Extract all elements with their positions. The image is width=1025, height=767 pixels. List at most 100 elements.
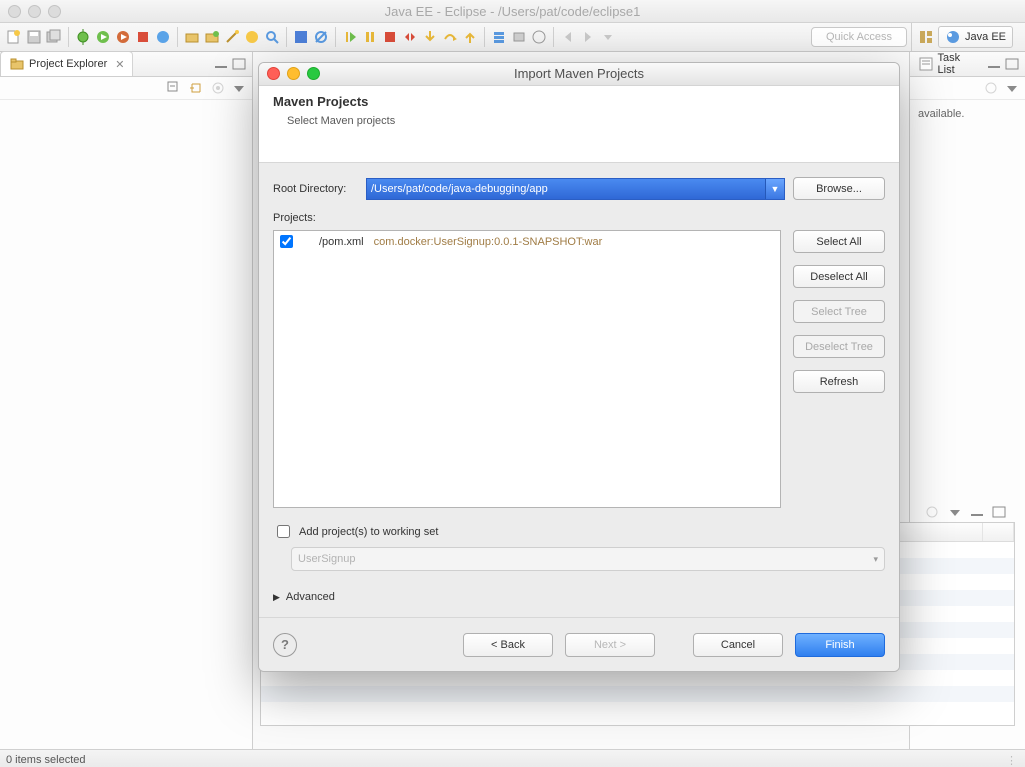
refresh-button[interactable]: Refresh: [793, 370, 885, 393]
status-text: 0 items selected: [6, 754, 85, 766]
working-set-checkbox[interactable]: [277, 525, 290, 538]
server-icon[interactable]: [155, 29, 171, 45]
search-icon[interactable]: [264, 29, 280, 45]
wand-icon[interactable]: [224, 29, 240, 45]
import-maven-dialog: Import Maven Projects Maven Projects Sel…: [258, 62, 900, 672]
chevron-down-icon: ▾: [873, 554, 878, 565]
javaee-perspective-icon: [945, 29, 961, 45]
table-row[interactable]: [261, 670, 1014, 686]
root-directory-input[interactable]: [367, 183, 765, 195]
minimize-view-icon[interactable]: [214, 58, 228, 70]
use-step-filters-icon[interactable]: [511, 29, 527, 45]
quick-access-field[interactable]: Quick Access: [811, 27, 907, 47]
drop-frame-icon[interactable]: [491, 29, 507, 45]
debug-icon[interactable]: [75, 29, 91, 45]
browse-button[interactable]: Browse...: [793, 177, 885, 200]
run-icon[interactable]: [95, 29, 111, 45]
table-row[interactable]: [261, 702, 1014, 718]
working-set-label: Add project(s) to working set: [299, 526, 438, 538]
perspective-javaee-button[interactable]: Java EE: [938, 26, 1013, 48]
new-project-icon[interactable]: [184, 29, 200, 45]
terminate-icon[interactable]: [382, 29, 398, 45]
maximize-view-icon[interactable]: [1005, 58, 1019, 70]
step-into-icon[interactable]: [422, 29, 438, 45]
table-row[interactable]: [261, 686, 1014, 702]
new-package-icon[interactable]: [204, 29, 220, 45]
select-tree-button[interactable]: Select Tree: [793, 300, 885, 323]
toggle-breadcrumb-icon[interactable]: [293, 29, 309, 45]
skip-breakpoints-icon[interactable]: [313, 29, 329, 45]
project-explorer-view: Project Explorer ✕: [0, 52, 253, 749]
save-icon[interactable]: [26, 29, 42, 45]
cancel-button[interactable]: Cancel: [693, 633, 783, 657]
project-explorer-icon: [9, 56, 25, 72]
view-menu-icon[interactable]: [232, 82, 246, 94]
profile-icon[interactable]: [531, 29, 547, 45]
main-toolbar: Quick Access Java EE: [0, 23, 1025, 52]
ext-tools-icon[interactable]: [135, 29, 151, 45]
maximize-view-icon[interactable]: [992, 506, 1006, 518]
save-all-icon[interactable]: [46, 29, 62, 45]
root-directory-label: Root Directory:: [273, 183, 358, 195]
new-icon[interactable]: [6, 29, 22, 45]
project-pom-label: /pom.xml: [319, 236, 364, 248]
deselect-all-button[interactable]: Deselect All: [793, 265, 885, 288]
wizard-footer: ? < Back Next > Cancel Finish: [259, 617, 899, 671]
link-editor-icon[interactable]: [188, 80, 204, 96]
projects-buttons: Select All Deselect All Select Tree Dese…: [793, 230, 885, 508]
focus-task-icon[interactable]: [210, 80, 226, 96]
task-list-icon: [918, 56, 934, 72]
step-return-icon[interactable]: [462, 29, 478, 45]
advanced-toggle[interactable]: ▶ Advanced: [273, 591, 885, 603]
dialog-title: Import Maven Projects: [259, 66, 899, 81]
project-checkbox[interactable]: [280, 235, 293, 248]
tab-task-list[interactable]: Task List: [910, 52, 987, 76]
perspective-switcher: Java EE: [911, 23, 1019, 51]
next-button[interactable]: Next >: [565, 633, 655, 657]
suspend-icon[interactable]: [362, 29, 378, 45]
back-button[interactable]: < Back: [463, 633, 553, 657]
status-bar: 0 items selected ⋮: [0, 749, 1025, 767]
open-perspective-icon[interactable]: [918, 29, 934, 45]
tab-label: Task List: [938, 52, 979, 76]
close-icon[interactable]: ✕: [115, 58, 124, 71]
step-over-icon[interactable]: [442, 29, 458, 45]
open-type-icon[interactable]: [244, 29, 260, 45]
finish-button[interactable]: Finish: [795, 633, 885, 657]
wizard-subtitle: Select Maven projects: [287, 115, 885, 127]
deselect-tree-button[interactable]: Deselect Tree: [793, 335, 885, 358]
view-menu-icon[interactable]: [1005, 82, 1019, 94]
chevron-down-icon[interactable]: ▼: [765, 179, 784, 199]
collapse-all-icon[interactable]: [166, 80, 182, 96]
projects-list[interactable]: /pom.xml com.docker:UserSignup:0.0.1-SNA…: [273, 230, 781, 508]
available-text: available.: [918, 108, 964, 120]
sash-grip-icon[interactable]: ⋮: [1006, 754, 1019, 767]
maximize-view-icon[interactable]: [232, 58, 246, 70]
task-focus-icon[interactable]: [924, 504, 940, 520]
minimize-view-icon[interactable]: [987, 58, 1001, 70]
view-tab-bar: Task List: [910, 52, 1025, 77]
wizard-title: Maven Projects: [273, 94, 885, 109]
tab-project-explorer[interactable]: Project Explorer ✕: [0, 51, 133, 76]
disconnect-icon[interactable]: [402, 29, 418, 45]
dialog-titlebar: Import Maven Projects: [259, 63, 899, 86]
run-last-icon[interactable]: [115, 29, 131, 45]
task-focus-icon[interactable]: [983, 80, 999, 96]
project-item[interactable]: /pom.xml com.docker:UserSignup:0.0.1-SNA…: [274, 231, 780, 252]
nav-fwd-icon[interactable]: [580, 29, 596, 45]
select-all-button[interactable]: Select All: [793, 230, 885, 253]
wizard-header: Maven Projects Select Maven projects: [259, 86, 899, 164]
resume-icon[interactable]: [342, 29, 358, 45]
minimize-view-icon[interactable]: [970, 506, 984, 518]
project-gav-label: com.docker:UserSignup:0.0.1-SNAPSHOT:war: [374, 236, 603, 248]
working-set-combo[interactable]: UserSignup ▾: [291, 547, 885, 571]
working-set-value: UserSignup: [298, 553, 355, 565]
help-button[interactable]: ?: [273, 633, 297, 657]
root-directory-field[interactable]: ▼: [366, 178, 785, 200]
view-menu-icon[interactable]: [948, 506, 962, 518]
view-tab-bar: Project Explorer ✕: [0, 52, 252, 77]
nav-dropdown-icon[interactable]: [600, 29, 616, 45]
app-title: Java EE - Eclipse - /Users/pat/code/ecli…: [0, 4, 1025, 19]
nav-back-icon[interactable]: [560, 29, 576, 45]
projects-label: Projects:: [273, 212, 885, 224]
